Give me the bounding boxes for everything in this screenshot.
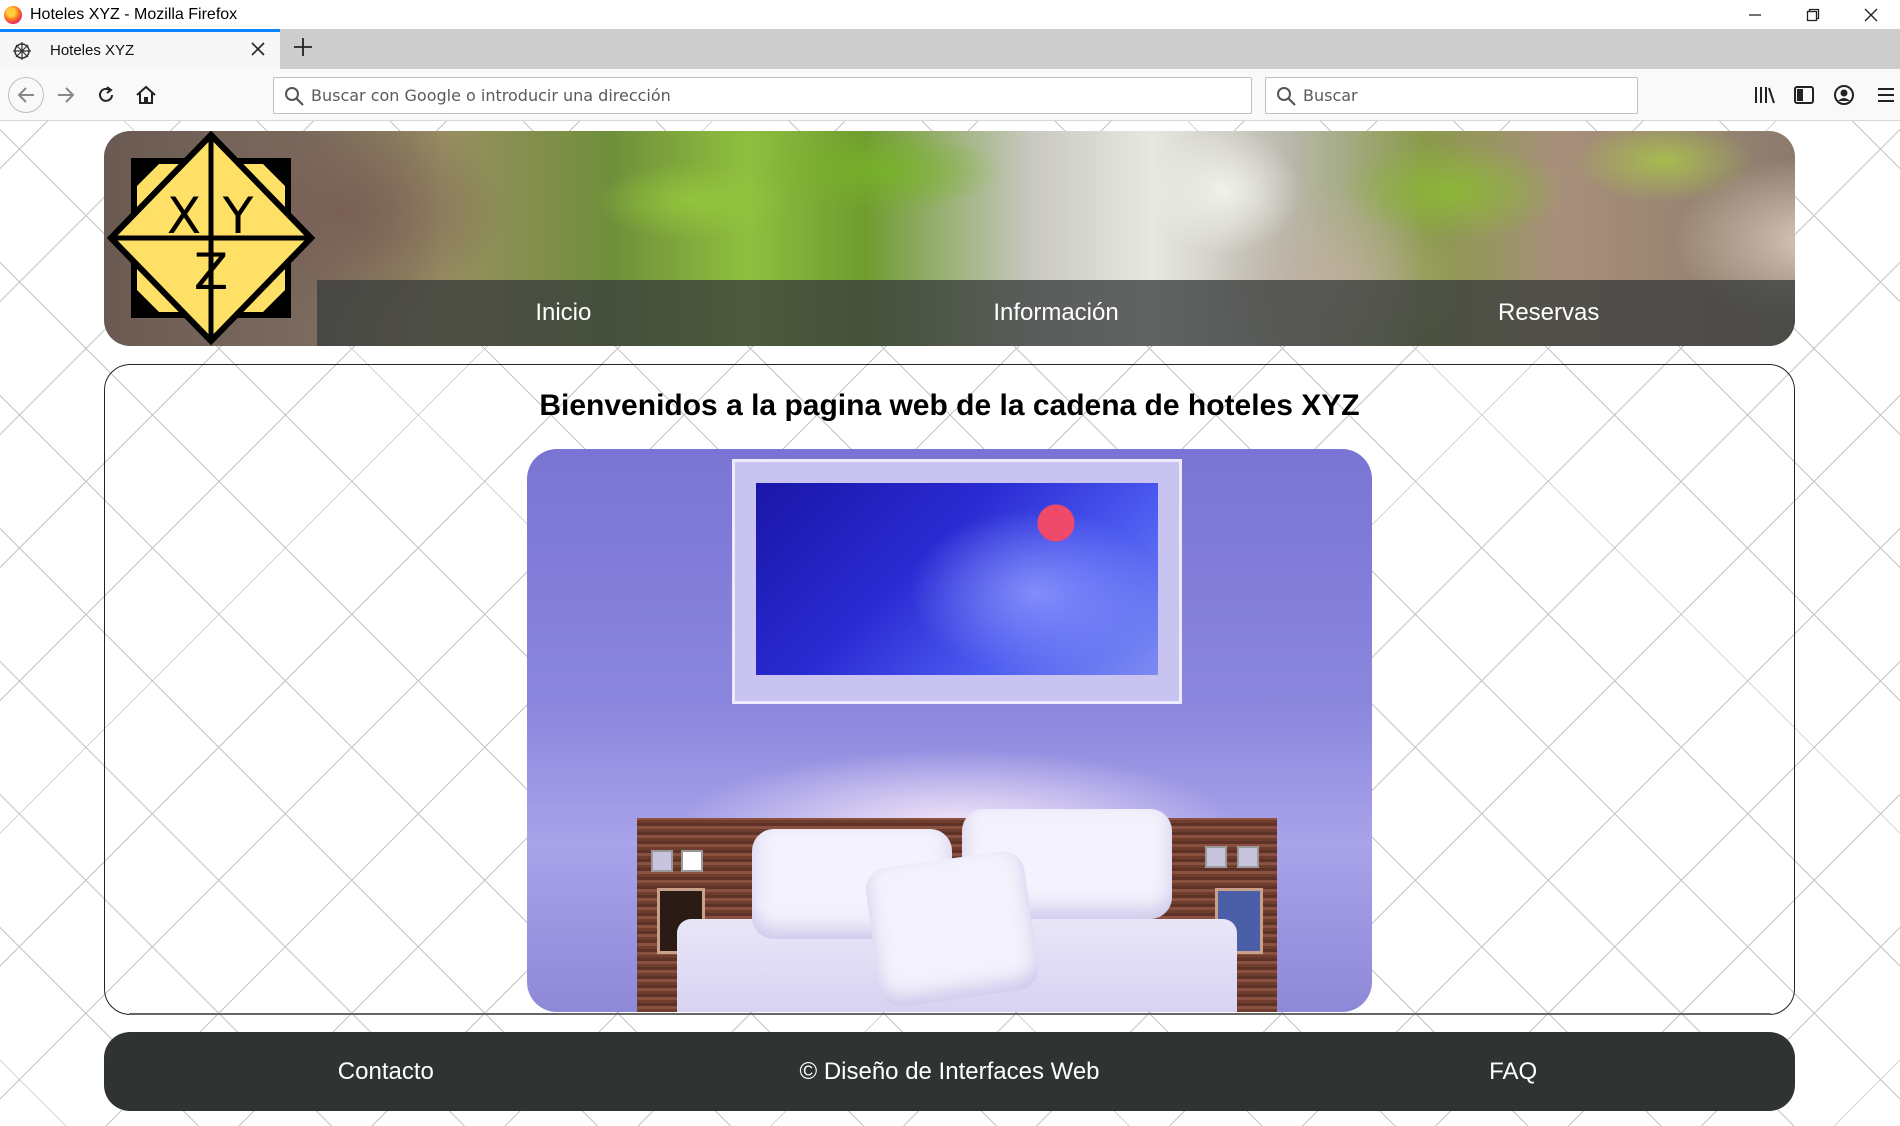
hotel-room-image xyxy=(527,449,1372,1012)
pillow xyxy=(863,848,1041,1010)
window-title: Hoteles XYZ - Mozilla Firefox xyxy=(30,5,238,23)
plus-icon xyxy=(294,38,312,56)
window-titlebar: Hoteles XYZ - Mozilla Firefox xyxy=(0,0,1900,29)
search-icon xyxy=(285,86,304,106)
logo-letter-y: Y xyxy=(222,187,254,245)
search-icon xyxy=(1277,86,1296,106)
library-icon xyxy=(1755,87,1775,104)
minimize-icon xyxy=(1749,13,1761,16)
back-button[interactable] xyxy=(8,77,44,113)
url-input[interactable] xyxy=(311,86,1191,105)
close-window-button[interactable] xyxy=(1842,0,1900,29)
address-bar[interactable] xyxy=(273,77,1252,114)
footer-contact-link[interactable]: Contacto xyxy=(104,1058,668,1086)
nav-reservas[interactable]: Reservas xyxy=(1302,299,1795,327)
light-switch xyxy=(1237,846,1259,868)
firefox-logo-icon xyxy=(4,5,22,24)
main-navigation: Inicio Información Reservas xyxy=(317,280,1795,346)
close-icon xyxy=(1864,8,1878,21)
tab-close-button[interactable] xyxy=(246,38,270,62)
footer-copyright: © Diseño de Interfaces Web xyxy=(799,1057,1100,1085)
light-switch xyxy=(681,850,703,872)
reload-button[interactable] xyxy=(90,79,122,111)
search-input[interactable] xyxy=(1303,86,1637,105)
logo-letter-z: Z xyxy=(194,243,228,301)
page-viewport: X Y Z Inicio Información Reservas Bienve… xyxy=(0,121,1900,1126)
content-divider xyxy=(129,1013,1771,1015)
tab-bar: Hoteles XYZ xyxy=(0,29,1900,69)
hamburger-menu-icon xyxy=(1878,88,1894,102)
sidebar-icon xyxy=(1794,86,1814,104)
navigation-toolbar xyxy=(0,69,1900,121)
home-icon xyxy=(136,85,156,104)
site-header: X Y Z Inicio Información Reservas xyxy=(104,131,1795,346)
library-button[interactable] xyxy=(1750,81,1778,109)
arrow-right-icon xyxy=(58,87,75,103)
main-content: Bienvenidos a la pagina web de la cadena… xyxy=(104,364,1795,1015)
footer-faq-link[interactable]: FAQ xyxy=(1231,1058,1795,1086)
nav-inicio[interactable]: Inicio xyxy=(317,299,810,327)
account-button[interactable] xyxy=(1830,81,1858,109)
logo-letter-x: X xyxy=(167,187,201,245)
light-switch xyxy=(1205,846,1227,868)
restore-icon xyxy=(1806,8,1820,21)
account-icon xyxy=(1834,85,1854,105)
minimize-button[interactable] xyxy=(1726,0,1784,29)
forward-button[interactable] xyxy=(50,79,82,111)
light-switch xyxy=(651,850,673,872)
home-button[interactable] xyxy=(130,79,162,111)
tab-hoteles-xyz[interactable]: Hoteles XYZ xyxy=(0,29,280,69)
wall-painting xyxy=(732,459,1182,704)
tab-label: Hoteles XYZ xyxy=(50,42,135,59)
close-icon xyxy=(251,42,265,56)
restore-button[interactable] xyxy=(1784,0,1842,29)
search-bar[interactable] xyxy=(1265,77,1638,114)
menu-button[interactable] xyxy=(1872,81,1900,109)
arrow-left-icon xyxy=(17,87,34,103)
window-controls xyxy=(1726,0,1900,29)
reload-icon xyxy=(99,86,113,102)
xyz-logo[interactable]: X Y Z xyxy=(104,131,318,346)
sidebar-toggle-button[interactable] xyxy=(1790,81,1818,109)
page-title: Bienvenidos a la pagina web de la cadena… xyxy=(539,389,1360,422)
painting-art xyxy=(756,483,1158,675)
nav-informacion[interactable]: Información xyxy=(810,299,1303,327)
site-favicon-icon xyxy=(13,41,31,60)
new-tab-button[interactable] xyxy=(288,33,318,63)
site-footer: Contacto © Diseño de Interfaces Web FAQ xyxy=(104,1032,1795,1111)
